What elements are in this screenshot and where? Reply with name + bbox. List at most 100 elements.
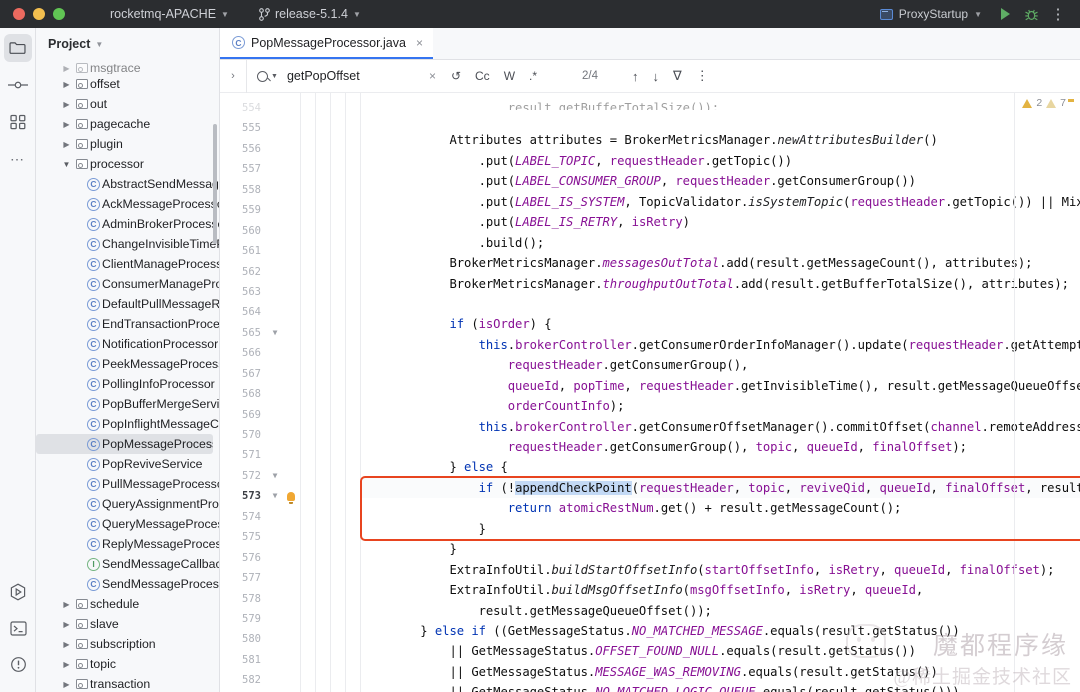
code-line[interactable]: .put(LABEL_TOPIC, requestHeader.getTopic…	[362, 151, 1080, 171]
chevron-right-icon[interactable]: ▶	[60, 140, 73, 149]
tree-node-changeinvisibletimeproc[interactable]: CChangeInvisibleTimeProc	[36, 234, 219, 254]
chevron-right-icon[interactable]: ▶	[60, 80, 73, 89]
tree-node-slave[interactable]: ▶ slave	[36, 614, 219, 634]
intention-bulb-gutter[interactable]	[282, 93, 300, 692]
tree-node-pagecache[interactable]: ▶ pagecache	[36, 114, 219, 134]
code-line[interactable]: || GetMessageStatus.NO_MATCHED_LOGIC_QUE…	[362, 682, 1080, 692]
code-line[interactable]: .put(LABEL_CONSUMER_GROUP, requestHeader…	[362, 171, 1080, 191]
project-tool-window-button[interactable]	[3, 34, 32, 62]
code-line[interactable]: this.brokerController.getConsumerOrderIn…	[362, 335, 1080, 355]
code-line[interactable]: result.getBufferTotalSize());	[362, 98, 1080, 110]
code-folding-gutter[interactable]: ▼▼▼▼▶	[268, 93, 282, 692]
problems-tool-window-button[interactable]	[4, 650, 32, 678]
tree-node-popinflightmessagecoun[interactable]: CPopInflightMessageCoun	[36, 414, 219, 434]
regex-toggle[interactable]: .*	[524, 67, 542, 85]
tree-node-notificationprocessor[interactable]: C NotificationProcessor	[36, 334, 219, 354]
tree-node-replymessageprocessor[interactable]: CReplyMessageProcessor	[36, 534, 219, 554]
search-history-icon[interactable]: ↺	[446, 67, 466, 85]
words-toggle[interactable]: W	[499, 67, 520, 85]
chevron-down-icon[interactable]: ▼	[271, 73, 278, 80]
project-tree-scrollbar[interactable]	[213, 124, 217, 244]
close-window-button[interactable]	[13, 8, 25, 20]
code-line[interactable]: ExtraInfoUtil.buildStartOffsetInfo(start…	[362, 560, 1080, 580]
code-line[interactable]: if (isOrder) {	[362, 314, 1080, 334]
more-tool-windows-button[interactable]: ⋯	[4, 145, 32, 173]
code-line[interactable]: || GetMessageStatus.OFFSET_FOUND_NULL.eq…	[362, 641, 1080, 661]
project-selector[interactable]: rocketmq-APACHE ▼	[103, 5, 236, 23]
code-line[interactable]	[362, 110, 1080, 130]
tree-node-ackmessageprocessor[interactable]: C AckMessageProcessor	[36, 194, 219, 214]
tree-node-pullmessageprocessor[interactable]: C PullMessageProcessor	[36, 474, 219, 494]
chevron-right-icon[interactable]: ▶	[60, 64, 73, 73]
code-line[interactable]: }	[362, 519, 1080, 539]
code-line[interactable]: Attributes attributes = BrokerMetricsMan…	[362, 130, 1080, 150]
find-input[interactable]: getPopOffset	[287, 69, 429, 83]
fold-collapse-icon[interactable]: ▼	[268, 486, 282, 506]
intention-bulb-icon[interactable]	[282, 486, 300, 506]
tree-node-consumermanageproces[interactable]: CConsumerManageProces	[36, 274, 219, 294]
tree-node-peekmessageprocessor[interactable]: CPeekMessageProcessor	[36, 354, 219, 374]
code-line[interactable]: } else {	[362, 457, 1080, 477]
terminal-tool-window-button[interactable]	[4, 614, 32, 642]
code-line[interactable]: orderCountInfo);	[362, 396, 1080, 416]
tree-node-pollinginfoprocessor[interactable]: C PollingInfoProcessor	[36, 374, 219, 394]
code-line[interactable]	[362, 294, 1080, 314]
code-line[interactable]: requestHeader.getConsumerGroup(), topic,…	[362, 437, 1080, 457]
code-text[interactable]: result.getBufferTotalSize()); Attributes…	[362, 93, 1080, 692]
project-tree[interactable]: ▶ msgtrace ▶ offset ▶ out ▶ pagecache ▶ plugin ▼ pr…	[36, 60, 219, 692]
tree-node-topic[interactable]: ▶ topic	[36, 654, 219, 674]
run-tool-window-button[interactable]	[4, 578, 32, 606]
chevron-down-icon[interactable]: ▼	[60, 160, 73, 169]
tree-node-popmessageprocessor[interactable]: CPopMessageProcessor	[36, 434, 213, 454]
code-line[interactable]: if (!appendCheckPoint(requestHeader, top…	[362, 477, 1080, 499]
code-line[interactable]: }	[362, 539, 1080, 559]
tree-node-sendmessageprocessor[interactable]: CSendMessageProcessor	[36, 574, 219, 594]
chevron-right-icon[interactable]: ▶	[60, 100, 73, 109]
tree-node-clientmanageprocessor[interactable]: CClientManageProcessor	[36, 254, 219, 274]
project-panel-header[interactable]: Project ▼	[36, 28, 219, 60]
fold-collapse-icon[interactable]: ▼	[268, 466, 282, 486]
close-icon[interactable]: ×	[416, 36, 423, 50]
inspection-widget[interactable]: 2 7	[1022, 97, 1066, 109]
find-expand-button[interactable]: ›	[220, 70, 246, 82]
tree-node-out[interactable]: ▶ out	[36, 94, 219, 114]
window-controls[interactable]	[0, 8, 65, 20]
tree-node-defaultpullmessageresu[interactable]: CDefaultPullMessageResu	[36, 294, 219, 314]
tree-node-queryassignmentproces[interactable]: CQueryAssignmentProces	[36, 494, 219, 514]
run-configuration-selector[interactable]: ProxyStartup ▼	[873, 5, 989, 23]
more-options-button[interactable]: ⋮	[1046, 3, 1070, 25]
debug-button[interactable]	[1019, 3, 1043, 25]
tree-node-abstractsendmessagepr[interactable]: CAbstractSendMessagePr	[36, 174, 219, 194]
editor-scrollbar[interactable]	[1067, 93, 1077, 692]
tree-node-plugin[interactable]: ▶ plugin	[36, 134, 219, 154]
code-line[interactable]: } else if ((GetMessageStatus.NO_MATCHED_…	[362, 621, 1080, 641]
find-filter-button[interactable]: ∇	[673, 68, 682, 84]
chevron-right-icon[interactable]: ▶	[60, 640, 73, 649]
structure-tool-window-button[interactable]	[4, 108, 32, 136]
code-line[interactable]: result.getMessageQueueOffset());	[362, 601, 1080, 621]
maximize-window-button[interactable]	[53, 8, 65, 20]
code-line[interactable]: this.brokerController.getConsumerOffsetM…	[362, 417, 1080, 437]
code-line[interactable]: || GetMessageStatus.MESSAGE_WAS_REMOVING…	[362, 662, 1080, 682]
chevron-right-icon[interactable]: ▶	[60, 120, 73, 129]
match-case-toggle[interactable]: Cc	[470, 67, 495, 85]
tree-node-offset[interactable]: ▶ offset	[36, 74, 219, 94]
code-line[interactable]: BrokerMetricsManager.messagesOutTotal.ad…	[362, 253, 1080, 273]
fold-collapse-icon[interactable]: ▼	[268, 323, 282, 343]
find-next-button[interactable]: ↓	[653, 69, 660, 84]
chevron-right-icon[interactable]: ▶	[60, 620, 73, 629]
code-line[interactable]: .build();	[362, 233, 1080, 253]
editor-tab-pop-message-processor[interactable]: C PopMessageProcessor.java ×	[220, 28, 433, 59]
code-line[interactable]: requestHeader.getConsumerGroup(),	[362, 355, 1080, 375]
chevron-right-icon[interactable]: ▶	[60, 680, 73, 689]
find-input-group[interactable]: ▼ getPopOffset × ↺ Cc W .* 2/4 ↑ ↓ ∇ ⋮	[246, 59, 709, 93]
code-line[interactable]: .put(LABEL_IS_SYSTEM, TopicValidator.isS…	[362, 192, 1080, 212]
chevron-right-icon[interactable]: ▶	[60, 660, 73, 669]
tree-node-popreviveservice[interactable]: C PopReviveService	[36, 454, 219, 474]
commit-tool-window-button[interactable]	[4, 71, 32, 99]
branch-selector[interactable]: release-5.1.4 ▼	[252, 5, 368, 23]
tree-node-subscription[interactable]: ▶ subscription	[36, 634, 219, 654]
tree-node-popbuffermergeservice[interactable]: CPopBufferMergeService	[36, 394, 219, 414]
code-line[interactable]: return atomicRestNum.get() + result.getM…	[362, 498, 1080, 518]
code-line[interactable]: ExtraInfoUtil.buildMsgOffsetInfo(msgOffs…	[362, 580, 1080, 600]
